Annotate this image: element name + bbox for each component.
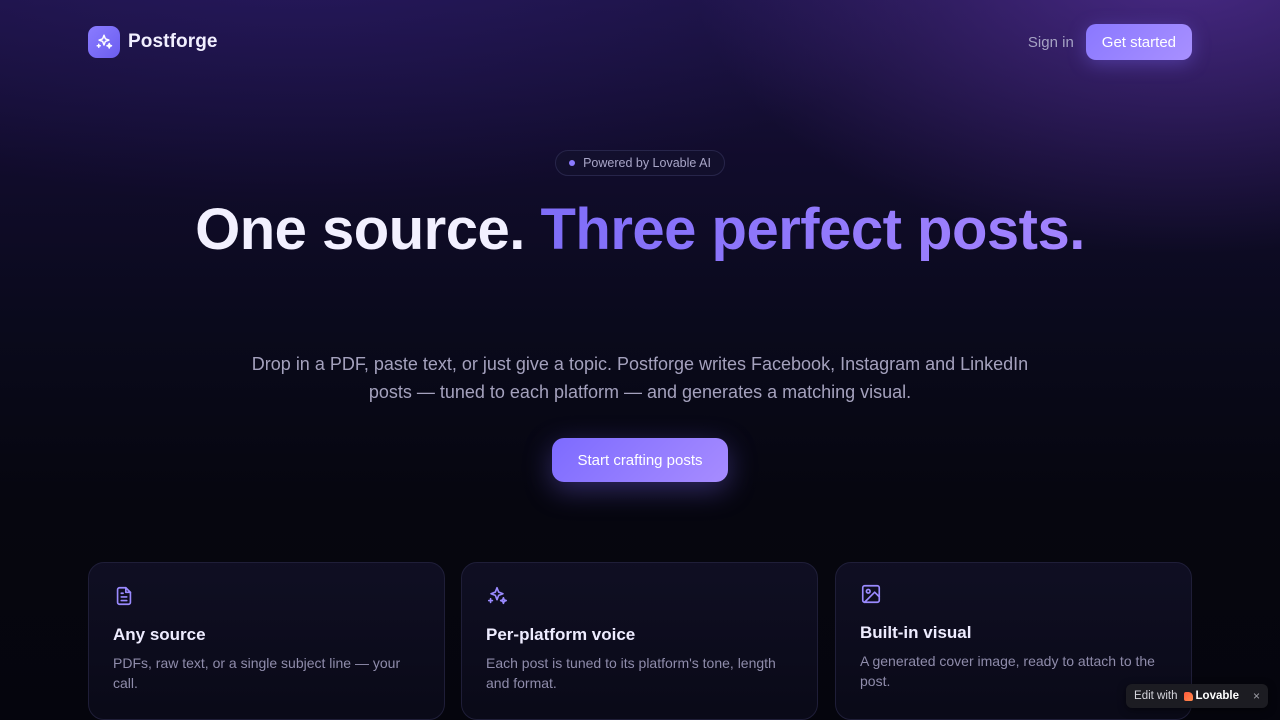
sparkles-icon — [487, 586, 507, 605]
feature-title: Any source — [113, 625, 206, 644]
headline-accent: Three perfect posts. — [540, 197, 1085, 262]
headline-primary: One source. — [195, 197, 525, 262]
nav-actions: Sign in Get started — [1028, 24, 1192, 60]
feature-title: Built-in visual — [860, 623, 972, 642]
edit-with-lovable-badge[interactable]: Edit with Lovable × — [1126, 684, 1268, 708]
feature-description: A generated cover image, ready to attach… — [860, 653, 1155, 689]
lovable-logo: Lovable — [1183, 690, 1239, 702]
hero-headline: One source. Three perfect posts. — [140, 198, 1140, 262]
image-icon — [861, 584, 881, 604]
get-started-button[interactable]: Get started — [1085, 24, 1192, 60]
feature-cards: Any source PDFs, raw text, or a single s… — [88, 562, 1192, 720]
feature-description: PDFs, raw text, or a single subject line… — [113, 655, 401, 691]
feature-card-per-platform-voice: Per-platform voice Each post is tuned to… — [461, 562, 818, 720]
document-icon — [116, 586, 132, 606]
landing-page: Postforge Sign in Get started Powered by… — [0, 0, 1280, 720]
sparkles-icon — [88, 26, 120, 58]
status-dot-icon — [569, 160, 576, 166]
feature-title: Per-platform voice — [486, 625, 636, 644]
lovable-brand: Lovable — [1195, 690, 1239, 702]
lovable-heart-icon — [1183, 691, 1193, 701]
sign-in-link[interactable]: Sign in — [1028, 26, 1074, 59]
start-crafting-button[interactable]: Start crafting posts — [552, 438, 728, 482]
feature-description: Each post is tuned to its platform's ton… — [486, 655, 776, 691]
badge-label: Powered by Lovable AI — [583, 156, 711, 170]
close-icon[interactable]: × — [1253, 689, 1260, 703]
feature-card-any-source: Any source PDFs, raw text, or a single s… — [88, 562, 445, 720]
top-nav: Postforge Sign in Get started — [88, 24, 1192, 60]
brand-name: Postforge — [128, 31, 218, 52]
edit-prefix: Edit with — [1134, 690, 1178, 702]
powered-by-badge: Powered by Lovable AI — [555, 150, 725, 176]
hero-subtitle: Drop in a PDF, paste text, or just give … — [251, 354, 1029, 402]
brand[interactable]: Postforge — [88, 26, 218, 58]
